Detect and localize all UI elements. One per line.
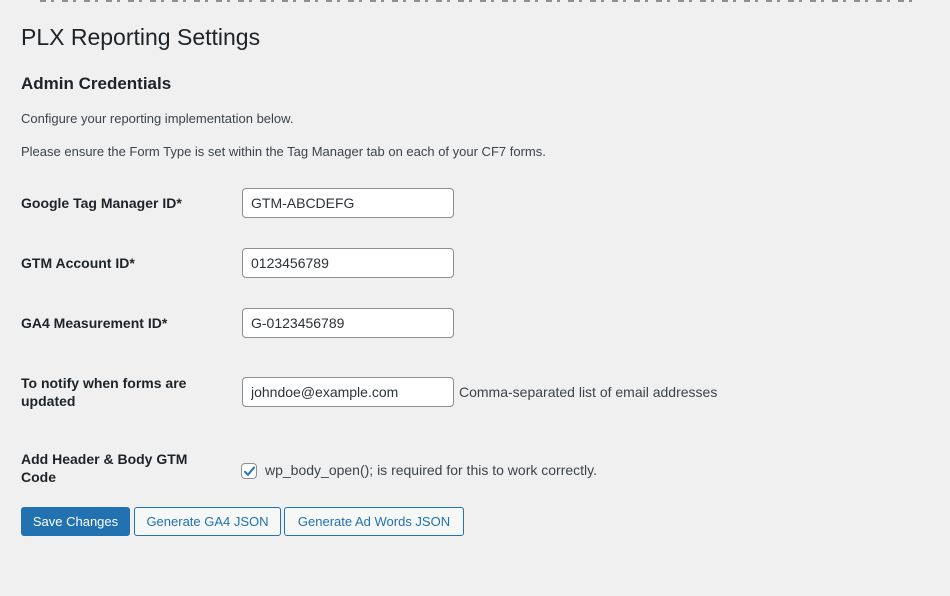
- header-body-code-checkbox-label: wp_body_open(); is required for this to …: [265, 462, 597, 478]
- settings-page: PLX Reporting Settings Admin Credentials…: [0, 0, 950, 596]
- gtm-id-input[interactable]: [242, 188, 454, 218]
- notify-email-input[interactable]: [242, 377, 454, 407]
- generate-adwords-json-button[interactable]: Generate Ad Words JSON: [284, 507, 464, 536]
- description-text: Configure your reporting implementation …: [21, 111, 294, 126]
- section-title: Admin Credentials: [21, 74, 172, 93]
- ga4-measurement-id-label: GA4 Measurement ID*: [21, 315, 168, 331]
- checkmark-icon: [244, 466, 255, 476]
- notify-email-hint: Comma-separated list of email addresses: [459, 384, 718, 400]
- cropped-text-line: [40, 0, 920, 2]
- save-changes-button[interactable]: Save Changes: [21, 507, 130, 536]
- instruction-text: Please ensure the Form Type is set withi…: [21, 144, 546, 159]
- header-body-code-label: Add Header & Body GTM Code: [21, 451, 188, 485]
- notify-email-label: To notify when forms are updated: [21, 375, 187, 409]
- gtm-id-label: Google Tag Manager ID*: [21, 195, 182, 211]
- generate-ga4-json-button[interactable]: Generate GA4 JSON: [134, 507, 281, 536]
- header-body-code-checkbox[interactable]: [241, 463, 257, 479]
- page-title: PLX Reporting Settings: [21, 24, 261, 50]
- gtm-account-id-label: GTM Account ID*: [21, 255, 135, 271]
- gtm-account-id-input[interactable]: [242, 248, 454, 278]
- ga4-measurement-id-input[interactable]: [242, 308, 454, 338]
